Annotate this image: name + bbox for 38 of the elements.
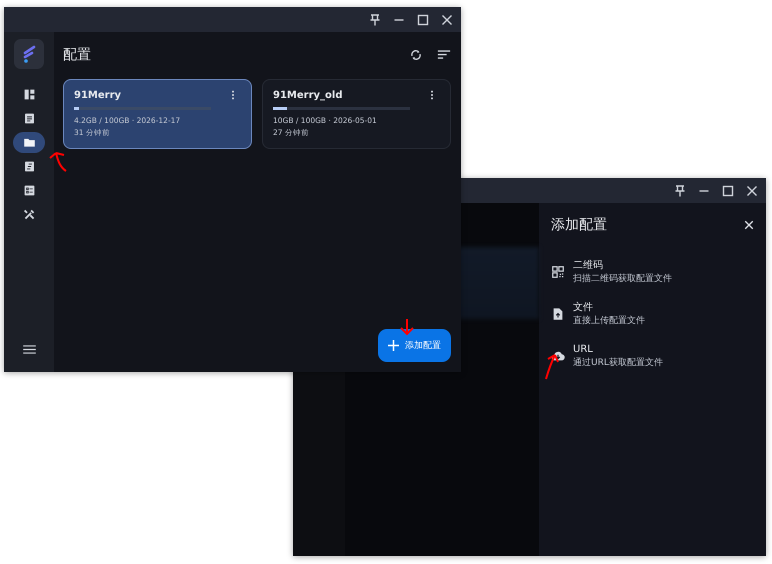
document-icon <box>22 112 36 125</box>
option-description: 通过URL获取配置文件 <box>573 356 663 370</box>
add-config-button[interactable]: 添加配置 <box>378 329 451 362</box>
more-options-icon[interactable] <box>231 90 235 100</box>
option-item[interactable]: 二维码 扫描二维码获取配置文件 <box>551 251 754 293</box>
option-title: URL <box>573 342 594 356</box>
drawer-title: 添加配置 <box>551 216 607 234</box>
option-title: 二维码 <box>573 258 604 272</box>
page-title: 配置 <box>63 46 92 64</box>
option-item[interactable]: 文件 直接上传配置文件 <box>551 293 754 335</box>
option-title: 文件 <box>573 300 594 314</box>
maximize-icon[interactable] <box>417 14 429 26</box>
option-description: 直接上传配置文件 <box>573 314 645 328</box>
app-logo-icon <box>14 39 44 69</box>
cloud-download-icon <box>551 349 565 363</box>
option-item[interactable]: URL 通过URL获取配置文件 <box>551 335 754 377</box>
list-card-icon <box>22 184 36 197</box>
file-upload-icon <box>551 307 565 321</box>
close-icon[interactable] <box>744 220 754 230</box>
qr-code-icon <box>551 265 565 279</box>
pin-icon[interactable] <box>369 14 381 26</box>
pin-icon[interactable] <box>674 184 686 196</box>
maximize-icon[interactable] <box>722 184 734 196</box>
tools-icon <box>22 208 36 221</box>
option-description: 扫描二维码获取配置文件 <box>573 272 672 286</box>
sort-icon[interactable] <box>437 48 451 62</box>
profile-name: 91Merry_old <box>273 90 342 100</box>
folder-icon <box>22 136 36 149</box>
sidebar-item[interactable] <box>13 132 45 153</box>
notes-icon <box>22 160 36 173</box>
plus-icon <box>388 340 399 351</box>
dashboard-icon <box>22 88 36 101</box>
more-options-icon[interactable] <box>430 90 434 100</box>
profile-name: 91Merry <box>74 90 122 100</box>
refresh-icon[interactable] <box>409 48 423 62</box>
close-icon[interactable] <box>746 184 758 196</box>
close-icon[interactable] <box>441 14 453 26</box>
menu-icon[interactable] <box>22 345 36 354</box>
